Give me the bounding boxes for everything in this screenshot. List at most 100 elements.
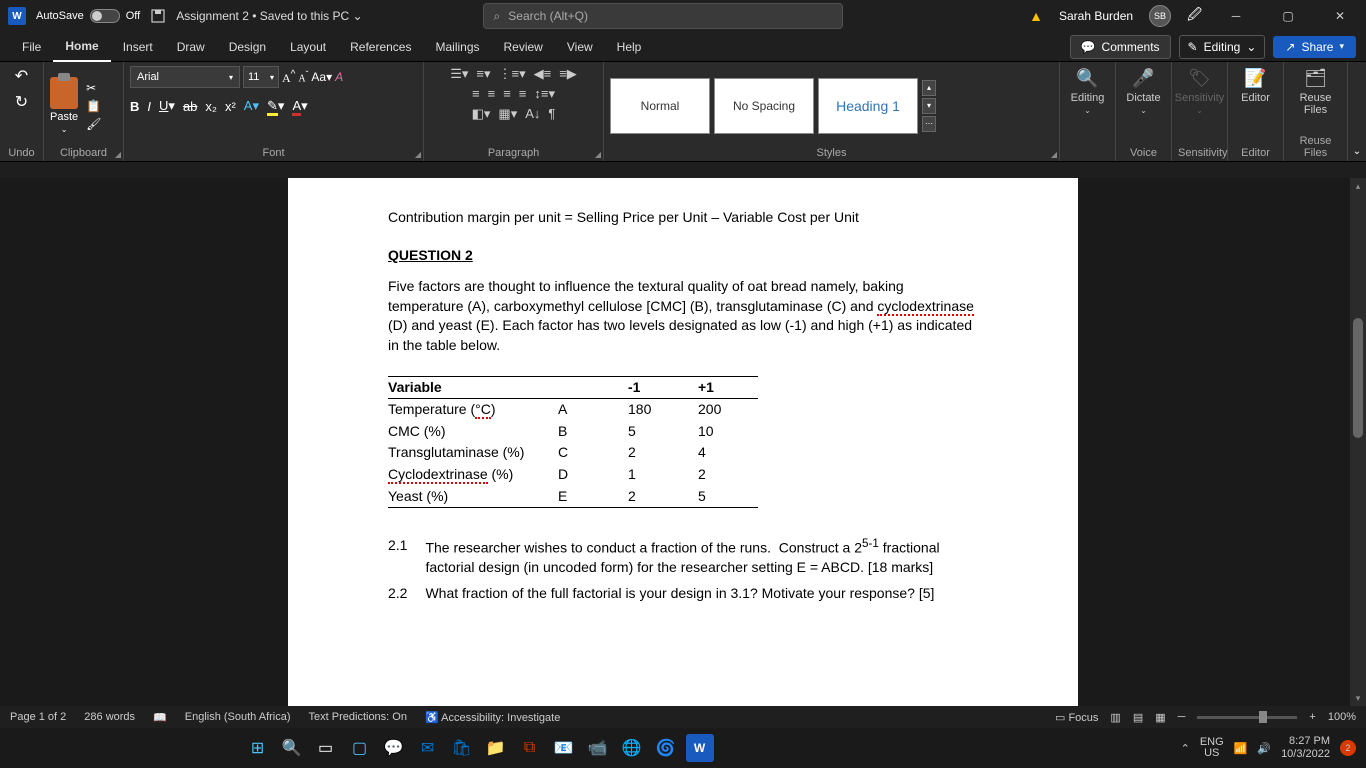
- save-icon[interactable]: [150, 8, 166, 24]
- font-color-button[interactable]: A▾: [292, 98, 307, 114]
- tab-review[interactable]: Review: [492, 32, 555, 62]
- styles-scroll-down[interactable]: ▾: [922, 98, 936, 114]
- ribbon-display-icon[interactable]: 🖉: [1187, 4, 1202, 28]
- dictate-button[interactable]: 🎤 Dictate⌄: [1122, 66, 1165, 145]
- editing-mode-button[interactable]: ✎ Editing ⌄: [1179, 35, 1266, 59]
- vertical-scrollbar[interactable]: ▴ ▾: [1350, 178, 1366, 706]
- taskbar-zoom-icon[interactable]: 📹: [584, 734, 612, 762]
- user-avatar[interactable]: SB: [1149, 5, 1171, 27]
- tab-view[interactable]: View: [555, 32, 605, 62]
- close-button[interactable]: ✕: [1322, 2, 1358, 30]
- taskbar-app-1[interactable]: ▢: [346, 734, 374, 762]
- tab-help[interactable]: Help: [605, 32, 654, 62]
- tray-chevron-icon[interactable]: ⌃: [1181, 742, 1190, 755]
- taskbar-search-icon[interactable]: 🔍: [278, 734, 306, 762]
- word-count[interactable]: 286 words: [84, 711, 135, 723]
- warning-icon[interactable]: ▲: [1029, 8, 1043, 24]
- tab-draw[interactable]: Draw: [165, 32, 217, 62]
- taskbar-outlook-icon[interactable]: 📧: [550, 734, 578, 762]
- sort-button[interactable]: A↓: [525, 106, 540, 122]
- multilevel-button[interactable]: ⋮≡▾: [499, 66, 526, 82]
- format-painter-button[interactable]: 🖌: [86, 117, 101, 131]
- taskbar-mail-icon[interactable]: ✉: [414, 734, 442, 762]
- taskbar-explorer-icon[interactable]: 📁: [482, 734, 510, 762]
- user-name[interactable]: Sarah Burden: [1059, 9, 1133, 23]
- superscript-button[interactable]: x²: [225, 99, 236, 114]
- style-nospacing[interactable]: No Spacing: [714, 78, 814, 134]
- language[interactable]: English (South Africa): [185, 711, 291, 723]
- editor-button[interactable]: 📝 Editor: [1234, 66, 1277, 145]
- tab-insert[interactable]: Insert: [111, 32, 165, 62]
- text-effects-button[interactable]: A▾: [244, 98, 259, 114]
- minimize-button[interactable]: ─: [1218, 2, 1254, 30]
- paragraph-dialog-launcher[interactable]: ◢: [595, 150, 601, 159]
- autosave-toggle[interactable]: AutoSave Off: [36, 9, 140, 23]
- editing-button[interactable]: 🔍 Editing⌄: [1066, 66, 1109, 145]
- focus-mode[interactable]: ▭ Focus: [1055, 711, 1098, 724]
- search-input[interactable]: ⌕ Search (Alt+Q): [483, 3, 843, 29]
- scroll-down-arrow[interactable]: ▾: [1350, 690, 1366, 706]
- align-left-button[interactable]: ≡: [472, 86, 480, 102]
- clipboard-dialog-launcher[interactable]: ◢: [115, 150, 121, 159]
- taskbar-teams-icon[interactable]: 💬: [380, 734, 408, 762]
- decrease-font-button[interactable]: Aˇ: [298, 69, 308, 84]
- spellcheck-icon[interactable]: 📖: [153, 711, 167, 724]
- italic-button[interactable]: I: [147, 99, 151, 114]
- zoom-slider[interactable]: [1197, 716, 1297, 719]
- font-name-dropdown[interactable]: Arial▾: [130, 66, 240, 88]
- subscript-button[interactable]: x₂: [205, 99, 217, 114]
- tab-file[interactable]: File: [10, 32, 53, 62]
- zoom-level[interactable]: 100%: [1328, 711, 1356, 723]
- collapse-ribbon-button[interactable]: ⌄: [1353, 146, 1361, 157]
- reuse-files-button[interactable]: 🗂 ReuseFiles: [1290, 66, 1341, 133]
- style-normal[interactable]: Normal: [610, 78, 710, 134]
- increase-indent-button[interactable]: ≡▶: [559, 66, 577, 82]
- bullets-button[interactable]: ☰▾: [450, 66, 468, 82]
- comments-button[interactable]: 💬 Comments: [1070, 35, 1171, 59]
- tab-home[interactable]: Home: [53, 32, 110, 62]
- taskbar-edge-icon[interactable]: 🌀: [652, 734, 680, 762]
- notification-badge[interactable]: 2: [1340, 740, 1356, 756]
- borders-button[interactable]: ▦▾: [498, 106, 517, 122]
- cut-button[interactable]: ✂: [86, 81, 101, 95]
- clear-format-button[interactable]: A: [335, 70, 343, 84]
- task-view-icon[interactable]: ▭: [312, 734, 340, 762]
- page-count[interactable]: Page 1 of 2: [10, 711, 66, 723]
- tab-references[interactable]: References: [338, 32, 423, 62]
- print-layout-icon[interactable]: ▤: [1133, 711, 1143, 724]
- undo-button[interactable]: ↶: [15, 66, 28, 86]
- wifi-icon[interactable]: 📶: [1234, 742, 1248, 755]
- toggle-switch[interactable]: [90, 9, 120, 23]
- taskbar-office-icon[interactable]: ⧉: [516, 734, 544, 762]
- accessibility[interactable]: ♿ Accessibility: Investigate: [425, 711, 560, 724]
- read-mode-icon[interactable]: ▥: [1110, 711, 1120, 724]
- numbering-button[interactable]: ≡▾: [476, 66, 490, 82]
- scrollbar-thumb[interactable]: [1353, 318, 1363, 438]
- copy-button[interactable]: 📋: [86, 99, 101, 113]
- show-marks-button[interactable]: ¶: [548, 106, 555, 122]
- decrease-indent-button[interactable]: ◀≡: [534, 66, 552, 82]
- document-title[interactable]: Assignment 2 • Saved to this PC ⌄: [176, 9, 362, 23]
- language-indicator[interactable]: ENGUS: [1200, 737, 1224, 759]
- clock[interactable]: 8:27 PM10/3/2022: [1281, 735, 1330, 761]
- styles-dialog-launcher[interactable]: ◢: [1051, 150, 1057, 159]
- align-center-button[interactable]: ≡: [488, 86, 496, 102]
- tab-layout[interactable]: Layout: [278, 32, 338, 62]
- highlight-button[interactable]: ✎▾: [267, 98, 284, 114]
- style-heading1[interactable]: Heading 1: [818, 78, 918, 134]
- shading-button[interactable]: ◧▾: [472, 106, 491, 122]
- scroll-up-arrow[interactable]: ▴: [1350, 178, 1366, 194]
- taskbar-chrome-icon[interactable]: 🌐: [618, 734, 646, 762]
- tab-design[interactable]: Design: [217, 32, 278, 62]
- redo-button[interactable]: ↻: [15, 92, 28, 112]
- maximize-button[interactable]: ▢: [1270, 2, 1306, 30]
- document-page[interactable]: Contribution margin per unit = Selling P…: [288, 178, 1078, 706]
- underline-button[interactable]: U▾: [159, 98, 175, 114]
- line-spacing-button[interactable]: ↕≡▾: [534, 86, 555, 102]
- font-size-dropdown[interactable]: 11▾: [243, 66, 279, 88]
- zoom-in-button[interactable]: +: [1309, 711, 1315, 723]
- web-layout-icon[interactable]: ▦: [1155, 711, 1165, 724]
- start-button[interactable]: ⊞: [244, 734, 272, 762]
- change-case-button[interactable]: Aa▾: [311, 70, 332, 84]
- styles-expand[interactable]: ⋯: [922, 116, 936, 132]
